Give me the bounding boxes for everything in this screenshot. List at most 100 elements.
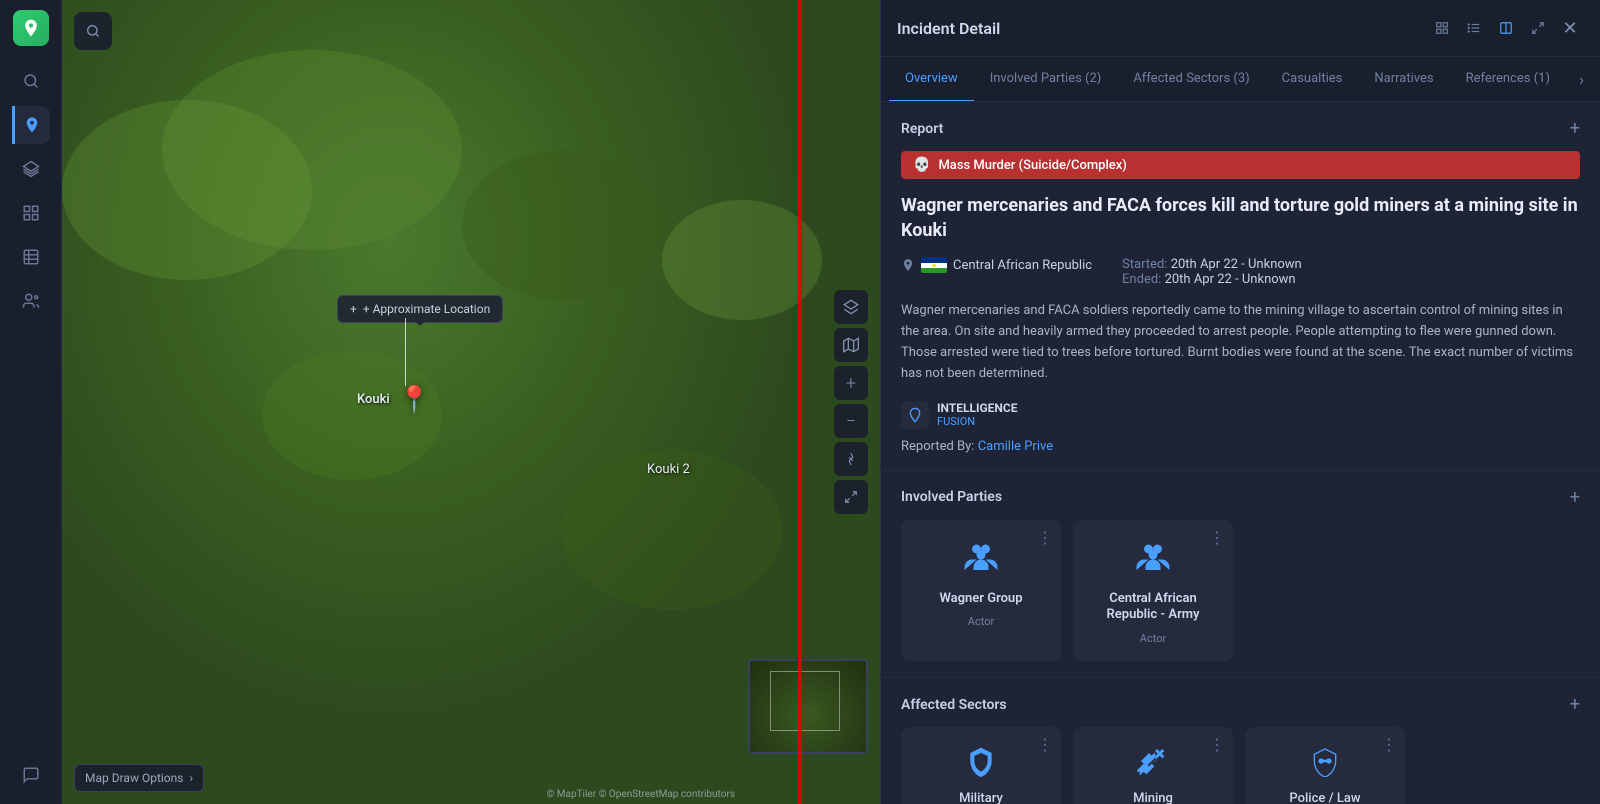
- tab-references[interactable]: References (1): [1450, 57, 1566, 102]
- panel-header: Incident Detail: [881, 0, 1600, 57]
- sidebar-item-table[interactable]: [12, 238, 50, 276]
- incident-type-label: Mass Murder (Suicide/Complex): [938, 158, 1126, 173]
- sector-card-mining[interactable]: ⋮ Mining: [1073, 727, 1233, 804]
- started-label: Started:: [1122, 257, 1167, 272]
- affected-sectors-header: Affected Sectors +: [901, 694, 1580, 715]
- intel-text: INTELLIGENCE FUSION: [937, 401, 1017, 428]
- sector-card-military[interactable]: ⋮ Military: [901, 727, 1061, 804]
- tab-overview[interactable]: Overview: [889, 57, 974, 102]
- ended-value: 20th Apr 22 - Unknown: [1165, 272, 1296, 287]
- party-name-car-army: Central African Republic - Army: [1085, 591, 1221, 625]
- minimap: [748, 659, 868, 754]
- affected-sectors-title: Affected Sectors: [901, 697, 1007, 713]
- tab-casualties[interactable]: Casualties: [1266, 57, 1359, 102]
- fullscreen-button[interactable]: [834, 480, 868, 514]
- map-area[interactable]: + + Approximate Location 📍 Kouki Kouki 2: [62, 0, 880, 804]
- compass-button[interactable]: [834, 442, 868, 476]
- sidebar-item-layers[interactable]: [12, 150, 50, 188]
- panel-close-button[interactable]: ✕: [1556, 14, 1584, 42]
- sector-icon-military: [965, 745, 997, 783]
- location-line: [405, 318, 406, 386]
- location-tooltip: + + Approximate Location: [337, 295, 503, 323]
- map-attribution: © MapTiler © OpenStreetMap contributors: [546, 789, 735, 800]
- panel-grid-view-button[interactable]: [1428, 14, 1456, 42]
- report-section-title: Report: [901, 121, 943, 137]
- reported-by-label: Reported By:: [901, 439, 974, 454]
- zoom-out-button[interactable]: −: [834, 404, 868, 438]
- affected-sectors-add-button[interactable]: +: [1570, 694, 1580, 715]
- ended-label: Ended:: [1122, 272, 1161, 287]
- sector-icon-police: [1309, 745, 1341, 783]
- map-pin[interactable]: 📍: [398, 385, 430, 415]
- sector-card-police[interactable]: ⋮ Police / Law: [1245, 727, 1405, 804]
- kouki-label: Kouki: [357, 392, 390, 407]
- map-background: + + Approximate Location 📍 Kouki Kouki 2: [62, 0, 880, 804]
- zoom-in-button[interactable]: +: [834, 366, 868, 400]
- tab-involved-parties[interactable]: Involved Parties (2): [974, 57, 1118, 102]
- panel-content: Report + 💀 Mass Murder (Suicide/Complex)…: [881, 102, 1600, 804]
- sidebar-item-location[interactable]: [12, 106, 50, 144]
- sector-menu-military[interactable]: ⋮: [1037, 735, 1053, 754]
- sidebar-item-chat[interactable]: [12, 756, 50, 794]
- map-right-controls: + −: [834, 290, 868, 514]
- map-draw-options-label: Map Draw Options: [85, 771, 183, 785]
- tab-narratives[interactable]: Narratives: [1358, 57, 1449, 102]
- map-layers-button[interactable]: [834, 290, 868, 324]
- party-type-wagner: Actor: [968, 615, 994, 628]
- map-search-button[interactable]: [74, 12, 112, 50]
- intel-logo: [901, 401, 929, 429]
- sector-menu-mining[interactable]: ⋮: [1209, 735, 1225, 754]
- reported-by: Reported By: Camille Prive: [901, 439, 1580, 454]
- plus-icon: +: [350, 302, 357, 316]
- tabs-next-button[interactable]: ›: [1571, 57, 1592, 101]
- party-name-wagner: Wagner Group: [939, 591, 1022, 608]
- panel-title: Incident Detail: [897, 19, 1000, 38]
- sector-cards: ⋮ Military ⋮: [901, 727, 1580, 804]
- report-section-header: Report +: [901, 118, 1580, 139]
- incident-type-icon: 💀: [913, 157, 930, 173]
- tooltip-text: + Approximate Location: [363, 302, 490, 316]
- panel-split-view-button[interactable]: [1492, 14, 1520, 42]
- incident-title: Wagner mercenaries and FACA forces kill …: [901, 193, 1580, 243]
- panel-tabs: Overview Involved Parties (2) Affected S…: [881, 57, 1600, 102]
- map-draw-options[interactable]: Map Draw Options ›: [74, 764, 204, 792]
- map-map-button[interactable]: [834, 328, 868, 362]
- intel-sub: FUSION: [937, 415, 1017, 428]
- sector-menu-police[interactable]: ⋮: [1381, 735, 1397, 754]
- sidebar-item-grid[interactable]: [12, 194, 50, 232]
- sector-name-military: Military: [959, 791, 1003, 804]
- incident-type-badge: 💀 Mass Murder (Suicide/Complex): [901, 151, 1580, 179]
- incident-description: Wagner mercenaries and FACA soldiers rep…: [901, 301, 1580, 384]
- party-card-wagner[interactable]: ⋮ Wagner Group Actor: [901, 520, 1061, 662]
- location-icon: [901, 258, 915, 272]
- panel-list-view-button[interactable]: [1460, 14, 1488, 42]
- app-logo[interactable]: [13, 10, 49, 46]
- party-card-car-army[interactable]: ⋮ Central African Republic - Army Actor: [1073, 520, 1233, 662]
- reported-by-name: Camille Prive: [978, 439, 1053, 454]
- report-add-button[interactable]: +: [1570, 118, 1580, 139]
- country-name: Central African Republic: [953, 258, 1092, 273]
- meta-time: Started: 20th Apr 22 - Unknown Ended: 20…: [1122, 257, 1302, 287]
- intel-name: INTELLIGENCE: [937, 401, 1017, 415]
- party-icon-wagner: [963, 540, 999, 583]
- sidebar-item-search[interactable]: [12, 62, 50, 100]
- meta-row: Central African Republic Started: 20th A…: [901, 257, 1580, 287]
- involved-parties-title: Involved Parties: [901, 489, 1002, 505]
- party-menu-car-army[interactable]: ⋮: [1209, 528, 1225, 547]
- sidebar-item-people[interactable]: [12, 282, 50, 320]
- tab-affected-sectors[interactable]: Affected Sectors (3): [1117, 57, 1265, 102]
- sector-name-mining: Mining: [1133, 791, 1173, 804]
- chevron-right-icon: ›: [189, 771, 193, 785]
- panel-header-actions: ✕: [1428, 14, 1584, 42]
- sector-name-police: Police / Law: [1289, 791, 1360, 804]
- involved-parties-header: Involved Parties +: [901, 487, 1580, 508]
- detail-panel: Incident Detail: [880, 0, 1600, 804]
- party-menu-wagner[interactable]: ⋮: [1037, 528, 1053, 547]
- involved-parties-add-button[interactable]: +: [1570, 487, 1580, 508]
- affected-sectors-section: Affected Sectors + ⋮ Military ⋮: [881, 678, 1600, 804]
- sector-icon-mining: [1137, 745, 1169, 783]
- party-icon-car-army: [1135, 540, 1171, 583]
- minimap-viewport: [770, 671, 840, 731]
- country-flag: [921, 257, 947, 273]
- panel-expand-button[interactable]: [1524, 14, 1552, 42]
